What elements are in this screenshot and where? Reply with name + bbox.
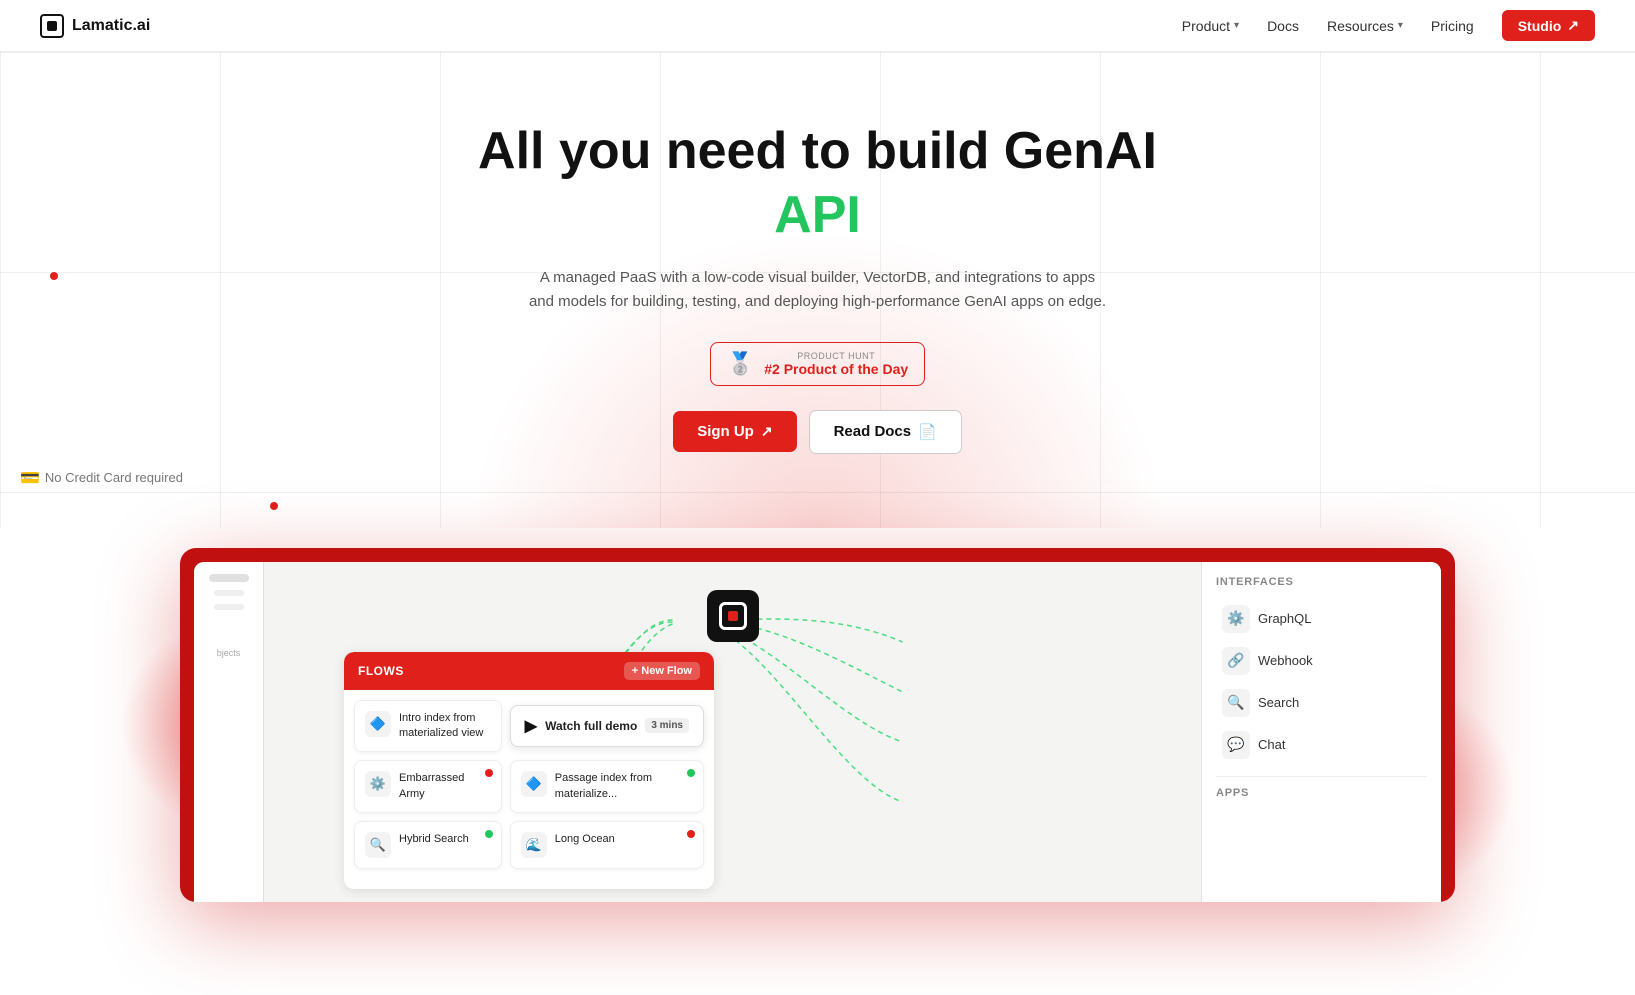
read-docs-button[interactable]: Read Docs 📄 bbox=[809, 410, 962, 454]
flow-text-2: Embarrassed Army bbox=[399, 771, 491, 802]
credit-card-icon: 💳 bbox=[20, 468, 40, 488]
flow-icon-3: 🔷 bbox=[521, 771, 547, 797]
flows-panel: FLOWS + New Flow 🔷 Intro index from mate… bbox=[344, 652, 714, 890]
hero-title-api: API bbox=[20, 186, 1615, 246]
interface-graphql[interactable]: ⚙️ GraphQL bbox=[1216, 598, 1427, 640]
flows-grid: 🔷 Intro index from materialized view ▶ W… bbox=[344, 690, 714, 880]
flows-header: FLOWS + New Flow bbox=[344, 652, 714, 690]
hero-subtitle: A managed PaaS with a low-code visual bu… bbox=[528, 266, 1108, 314]
demo-wrapper: bjects bbox=[0, 548, 1635, 902]
flow-icon-4: 🔍 bbox=[365, 832, 391, 858]
graphql-icon: ⚙️ bbox=[1222, 605, 1250, 633]
canvas-logo-dot bbox=[728, 611, 738, 621]
flow-icon-2: ⚙️ bbox=[365, 771, 391, 797]
apps-title: APPS bbox=[1216, 787, 1427, 799]
nav-docs[interactable]: Docs bbox=[1267, 18, 1299, 34]
navbar: Lamatic.ai Product ▾ Docs Resources ▾ Pr… bbox=[0, 0, 1635, 52]
status-dot-red-2 bbox=[687, 830, 695, 838]
sidebar-label: bjects bbox=[217, 648, 241, 658]
logo-inner bbox=[47, 21, 57, 31]
sidebar-stub-2 bbox=[214, 590, 244, 596]
watch-demo-duration: 3 mins bbox=[645, 718, 689, 733]
accent-dot-bottom-left bbox=[270, 502, 278, 510]
hero-section: All you need to build GenAI API A manage… bbox=[0, 52, 1635, 528]
hero-title-line1: All you need to build GenAI bbox=[20, 122, 1615, 182]
interface-graphql-label: GraphQL bbox=[1258, 611, 1311, 626]
medal-icon: 🥈 bbox=[727, 351, 754, 377]
logo-icon bbox=[40, 14, 64, 38]
product-hunt-badge[interactable]: 🥈 PRODUCT HUNT #2 Product of the Day bbox=[710, 342, 925, 386]
sidebar-stub-3 bbox=[214, 604, 244, 610]
external-link-icon: ↗ bbox=[1567, 17, 1579, 34]
chevron-down-icon-2: ▾ bbox=[1398, 20, 1403, 31]
hero-content: All you need to build GenAI API A manage… bbox=[20, 122, 1615, 488]
flow-text-1: Intro index from materialized view bbox=[399, 711, 491, 742]
flow-text-3: Passage index from materialize... bbox=[555, 771, 693, 802]
interface-webhook[interactable]: 🔗 Webhook bbox=[1216, 640, 1427, 682]
canvas-logo-inner bbox=[719, 602, 747, 630]
demo-sidebar: bjects bbox=[194, 562, 264, 902]
flow-text-5: Long Ocean bbox=[555, 832, 615, 847]
nav-resources[interactable]: Resources ▾ bbox=[1327, 18, 1403, 34]
chevron-down-icon: ▾ bbox=[1234, 20, 1239, 31]
flow-card-intro[interactable]: 🔷 Intro index from materialized view bbox=[354, 700, 502, 753]
flow-card-passage[interactable]: 🔷 Passage index from materialize... bbox=[510, 760, 704, 813]
cta-row: Sign Up ↗ Read Docs 📄 bbox=[20, 410, 1615, 454]
interfaces-title: INTERFACES bbox=[1216, 576, 1427, 588]
status-dot-green-2 bbox=[485, 830, 493, 838]
canvas-logo bbox=[707, 590, 759, 642]
interface-chat-label: Chat bbox=[1258, 737, 1285, 752]
nav-links: Product ▾ Docs Resources ▾ Pricing Studi… bbox=[1182, 10, 1595, 41]
nav-product[interactable]: Product ▾ bbox=[1182, 18, 1239, 34]
nav-pricing[interactable]: Pricing bbox=[1431, 18, 1474, 34]
flow-card-search[interactable]: 🔍 Hybrid Search bbox=[354, 821, 502, 869]
divider bbox=[1216, 776, 1427, 777]
flow-card-ocean[interactable]: 🌊 Long Ocean bbox=[510, 821, 704, 869]
arrow-icon: ↗ bbox=[761, 423, 773, 440]
no-credit-card-notice: 💳 No Credit Card required bbox=[20, 468, 1615, 488]
watch-demo-label: Watch full demo bbox=[545, 719, 637, 733]
demo-canvas: FLOWS + New Flow 🔷 Intro index from mate… bbox=[264, 562, 1201, 902]
interface-webhook-label: Webhook bbox=[1258, 653, 1313, 668]
book-icon: 📄 bbox=[918, 423, 937, 441]
ph-text: PRODUCT HUNT #2 Product of the Day bbox=[764, 351, 908, 377]
status-dot-red bbox=[485, 769, 493, 777]
interface-search[interactable]: 🔍 Search bbox=[1216, 682, 1427, 724]
flow-icon-5: 🌊 bbox=[521, 832, 547, 858]
watch-demo-button[interactable]: ▶ Watch full demo 3 mins bbox=[510, 705, 704, 747]
studio-button[interactable]: Studio ↗ bbox=[1502, 10, 1595, 41]
flow-text-4: Hybrid Search bbox=[399, 832, 469, 847]
interface-search-label: Search bbox=[1258, 695, 1299, 710]
demo-frame: bjects bbox=[180, 548, 1455, 902]
interface-chat[interactable]: 💬 Chat bbox=[1216, 724, 1427, 766]
chat-icon: 💬 bbox=[1222, 731, 1250, 759]
new-flow-button[interactable]: + New Flow bbox=[624, 662, 700, 680]
flow-card-army[interactable]: ⚙️ Embarrassed Army bbox=[354, 760, 502, 813]
logo[interactable]: Lamatic.ai bbox=[40, 14, 150, 38]
flow-icon-1: 🔷 bbox=[365, 711, 391, 737]
demo-inner: bjects bbox=[194, 562, 1441, 902]
search-icon: 🔍 bbox=[1222, 689, 1250, 717]
logo-text: Lamatic.ai bbox=[72, 17, 150, 35]
demo-right-panel: INTERFACES ⚙️ GraphQL 🔗 Webhook 🔍 Search… bbox=[1201, 562, 1441, 902]
webhook-icon: 🔗 bbox=[1222, 647, 1250, 675]
status-dot-green bbox=[687, 769, 695, 777]
flows-title: FLOWS bbox=[358, 664, 404, 678]
sidebar-stub-1 bbox=[209, 574, 249, 582]
signup-button[interactable]: Sign Up ↗ bbox=[673, 411, 796, 452]
play-icon: ▶ bbox=[525, 716, 537, 736]
